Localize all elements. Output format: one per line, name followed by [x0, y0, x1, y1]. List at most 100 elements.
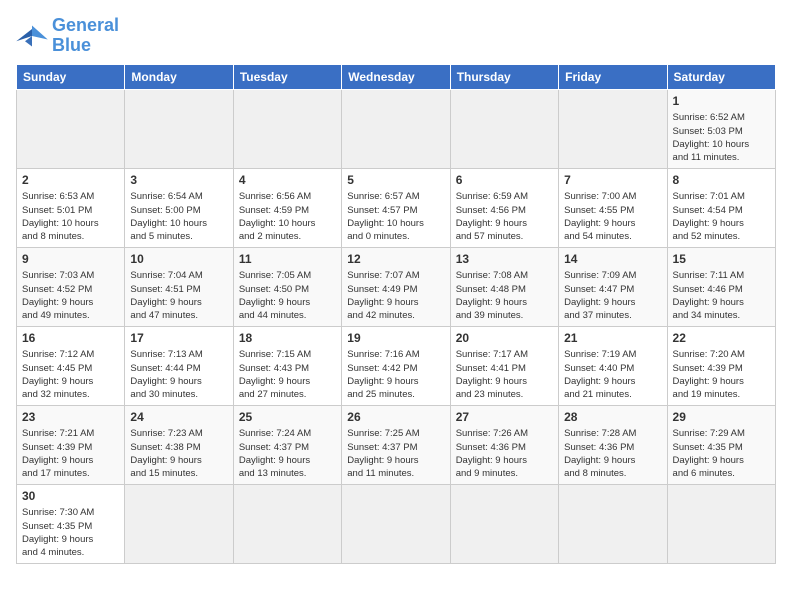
day-info: Sunrise: 6:53 AM Sunset: 5:01 PM Dayligh…: [22, 190, 119, 243]
day-info: Sunrise: 7:00 AM Sunset: 4:55 PM Dayligh…: [564, 190, 661, 243]
calendar-week-2: 2Sunrise: 6:53 AM Sunset: 5:01 PM Daylig…: [17, 168, 776, 247]
calendar-cell: 18Sunrise: 7:15 AM Sunset: 4:43 PM Dayli…: [233, 326, 341, 405]
day-info: Sunrise: 7:08 AM Sunset: 4:48 PM Dayligh…: [456, 269, 553, 322]
day-number: 4: [239, 172, 336, 189]
day-info: Sunrise: 6:56 AM Sunset: 4:59 PM Dayligh…: [239, 190, 336, 243]
day-info: Sunrise: 7:03 AM Sunset: 4:52 PM Dayligh…: [22, 269, 119, 322]
calendar-cell: 8Sunrise: 7:01 AM Sunset: 4:54 PM Daylig…: [667, 168, 775, 247]
day-info: Sunrise: 7:09 AM Sunset: 4:47 PM Dayligh…: [564, 269, 661, 322]
calendar-cell: 5Sunrise: 6:57 AM Sunset: 4:57 PM Daylig…: [342, 168, 450, 247]
calendar-cell: [559, 484, 667, 563]
day-number: 3: [130, 172, 227, 189]
day-info: Sunrise: 7:29 AM Sunset: 4:35 PM Dayligh…: [673, 427, 770, 480]
day-info: Sunrise: 7:25 AM Sunset: 4:37 PM Dayligh…: [347, 427, 444, 480]
day-info: Sunrise: 7:07 AM Sunset: 4:49 PM Dayligh…: [347, 269, 444, 322]
day-info: Sunrise: 7:23 AM Sunset: 4:38 PM Dayligh…: [130, 427, 227, 480]
header-cell-thursday: Thursday: [450, 64, 558, 89]
calendar-cell: 26Sunrise: 7:25 AM Sunset: 4:37 PM Dayli…: [342, 405, 450, 484]
calendar-cell: [342, 89, 450, 168]
calendar-cell: [559, 89, 667, 168]
day-info: Sunrise: 7:15 AM Sunset: 4:43 PM Dayligh…: [239, 348, 336, 401]
header-cell-sunday: Sunday: [17, 64, 125, 89]
day-number: 16: [22, 330, 119, 347]
calendar-cell: 20Sunrise: 7:17 AM Sunset: 4:41 PM Dayli…: [450, 326, 558, 405]
day-number: 30: [22, 488, 119, 505]
calendar-cell: 16Sunrise: 7:12 AM Sunset: 4:45 PM Dayli…: [17, 326, 125, 405]
calendar-cell: 22Sunrise: 7:20 AM Sunset: 4:39 PM Dayli…: [667, 326, 775, 405]
day-info: Sunrise: 7:21 AM Sunset: 4:39 PM Dayligh…: [22, 427, 119, 480]
day-number: 8: [673, 172, 770, 189]
calendar-cell: [125, 89, 233, 168]
day-info: Sunrise: 7:26 AM Sunset: 4:36 PM Dayligh…: [456, 427, 553, 480]
calendar-cell: 4Sunrise: 6:56 AM Sunset: 4:59 PM Daylig…: [233, 168, 341, 247]
calendar-cell: [667, 484, 775, 563]
calendar-cell: 9Sunrise: 7:03 AM Sunset: 4:52 PM Daylig…: [17, 247, 125, 326]
page-header: GeneralBlue: [16, 16, 776, 56]
calendar-cell: 1Sunrise: 6:52 AM Sunset: 5:03 PM Daylig…: [667, 89, 775, 168]
calendar-cell: 7Sunrise: 7:00 AM Sunset: 4:55 PM Daylig…: [559, 168, 667, 247]
day-info: Sunrise: 7:19 AM Sunset: 4:40 PM Dayligh…: [564, 348, 661, 401]
day-info: Sunrise: 7:04 AM Sunset: 4:51 PM Dayligh…: [130, 269, 227, 322]
day-info: Sunrise: 6:54 AM Sunset: 5:00 PM Dayligh…: [130, 190, 227, 243]
day-info: Sunrise: 7:05 AM Sunset: 4:50 PM Dayligh…: [239, 269, 336, 322]
calendar-body: 1Sunrise: 6:52 AM Sunset: 5:03 PM Daylig…: [17, 89, 776, 563]
calendar-cell: 2Sunrise: 6:53 AM Sunset: 5:01 PM Daylig…: [17, 168, 125, 247]
day-info: Sunrise: 6:52 AM Sunset: 5:03 PM Dayligh…: [673, 111, 770, 164]
day-number: 10: [130, 251, 227, 268]
day-info: Sunrise: 6:57 AM Sunset: 4:57 PM Dayligh…: [347, 190, 444, 243]
calendar-cell: 30Sunrise: 7:30 AM Sunset: 4:35 PM Dayli…: [17, 484, 125, 563]
day-info: Sunrise: 7:24 AM Sunset: 4:37 PM Dayligh…: [239, 427, 336, 480]
day-info: Sunrise: 7:17 AM Sunset: 4:41 PM Dayligh…: [456, 348, 553, 401]
day-number: 6: [456, 172, 553, 189]
day-number: 22: [673, 330, 770, 347]
calendar-cell: 23Sunrise: 7:21 AM Sunset: 4:39 PM Dayli…: [17, 405, 125, 484]
day-number: 2: [22, 172, 119, 189]
calendar-cell: [125, 484, 233, 563]
day-number: 19: [347, 330, 444, 347]
day-number: 27: [456, 409, 553, 426]
day-number: 1: [673, 93, 770, 110]
calendar-week-4: 16Sunrise: 7:12 AM Sunset: 4:45 PM Dayli…: [17, 326, 776, 405]
logo-icon: [16, 22, 48, 50]
calendar-cell: 14Sunrise: 7:09 AM Sunset: 4:47 PM Dayli…: [559, 247, 667, 326]
calendar-cell: 3Sunrise: 6:54 AM Sunset: 5:00 PM Daylig…: [125, 168, 233, 247]
day-number: 29: [673, 409, 770, 426]
calendar-header-row: SundayMondayTuesdayWednesdayThursdayFrid…: [17, 64, 776, 89]
day-number: 25: [239, 409, 336, 426]
day-number: 15: [673, 251, 770, 268]
day-info: Sunrise: 6:59 AM Sunset: 4:56 PM Dayligh…: [456, 190, 553, 243]
day-info: Sunrise: 7:28 AM Sunset: 4:36 PM Dayligh…: [564, 427, 661, 480]
day-number: 9: [22, 251, 119, 268]
header-cell-friday: Friday: [559, 64, 667, 89]
day-number: 18: [239, 330, 336, 347]
calendar-cell: 12Sunrise: 7:07 AM Sunset: 4:49 PM Dayli…: [342, 247, 450, 326]
calendar-cell: [342, 484, 450, 563]
header-cell-saturday: Saturday: [667, 64, 775, 89]
day-number: 12: [347, 251, 444, 268]
day-info: Sunrise: 7:12 AM Sunset: 4:45 PM Dayligh…: [22, 348, 119, 401]
day-number: 20: [456, 330, 553, 347]
day-info: Sunrise: 7:16 AM Sunset: 4:42 PM Dayligh…: [347, 348, 444, 401]
calendar-cell: 15Sunrise: 7:11 AM Sunset: 4:46 PM Dayli…: [667, 247, 775, 326]
day-info: Sunrise: 7:20 AM Sunset: 4:39 PM Dayligh…: [673, 348, 770, 401]
calendar-cell: 24Sunrise: 7:23 AM Sunset: 4:38 PM Dayli…: [125, 405, 233, 484]
calendar-week-6: 30Sunrise: 7:30 AM Sunset: 4:35 PM Dayli…: [17, 484, 776, 563]
calendar-cell: 21Sunrise: 7:19 AM Sunset: 4:40 PM Dayli…: [559, 326, 667, 405]
day-number: 28: [564, 409, 661, 426]
calendar-cell: 17Sunrise: 7:13 AM Sunset: 4:44 PM Dayli…: [125, 326, 233, 405]
calendar-week-3: 9Sunrise: 7:03 AM Sunset: 4:52 PM Daylig…: [17, 247, 776, 326]
day-info: Sunrise: 7:01 AM Sunset: 4:54 PM Dayligh…: [673, 190, 770, 243]
calendar-week-5: 23Sunrise: 7:21 AM Sunset: 4:39 PM Dayli…: [17, 405, 776, 484]
day-number: 17: [130, 330, 227, 347]
header-cell-wednesday: Wednesday: [342, 64, 450, 89]
calendar-cell: 29Sunrise: 7:29 AM Sunset: 4:35 PM Dayli…: [667, 405, 775, 484]
day-number: 23: [22, 409, 119, 426]
calendar-cell: [17, 89, 125, 168]
day-number: 13: [456, 251, 553, 268]
day-number: 5: [347, 172, 444, 189]
day-info: Sunrise: 7:13 AM Sunset: 4:44 PM Dayligh…: [130, 348, 227, 401]
day-number: 24: [130, 409, 227, 426]
day-number: 11: [239, 251, 336, 268]
header-cell-tuesday: Tuesday: [233, 64, 341, 89]
calendar-cell: 19Sunrise: 7:16 AM Sunset: 4:42 PM Dayli…: [342, 326, 450, 405]
